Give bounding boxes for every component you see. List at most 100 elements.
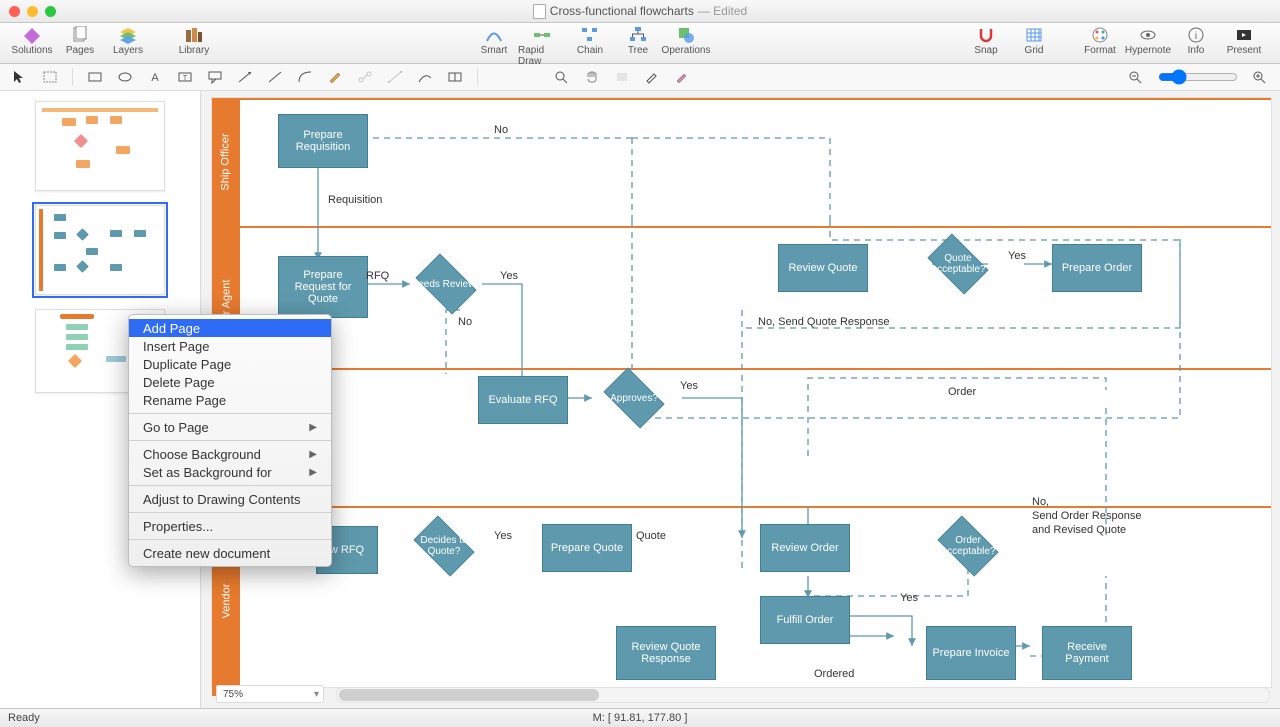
minimize-window-button[interactable]: [27, 6, 38, 17]
node-evaluate-rfq[interactable]: Evaluate RFQ: [478, 376, 568, 424]
ctx-add-page[interactable]: Add Page: [129, 319, 331, 337]
present-button[interactable]: Present: [1220, 25, 1268, 56]
zoom-slider[interactable]: [1158, 69, 1238, 85]
label-yes-5: Yes: [900, 592, 918, 604]
status-mouse: M: [ 91.81, 177.80 ]: [0, 712, 1280, 724]
rectangle-tool[interactable]: [81, 66, 109, 88]
drawing-canvas[interactable]: Ship Officer r Agent Vendor: [201, 91, 1280, 708]
label-rfq: RFQ: [366, 270, 389, 282]
svg-text:T: T: [183, 75, 188, 82]
handle-tool[interactable]: [381, 66, 409, 88]
pages-button[interactable]: Pages: [56, 25, 104, 56]
zoom-in-icon[interactable]: [1246, 66, 1274, 88]
zoom-tool[interactable]: [548, 66, 576, 88]
format-button[interactable]: Format: [1076, 25, 1124, 56]
node-approves[interactable]: Approves?: [598, 374, 670, 422]
anchor-tool[interactable]: [351, 66, 379, 88]
node-quote-acceptable[interactable]: Quote Acceptable?: [922, 240, 994, 288]
window-titlebar: Cross-functional flowcharts — Edited: [0, 0, 1280, 23]
svg-text:A: A: [151, 72, 159, 84]
zoom-window-button[interactable]: [45, 6, 56, 17]
marquee-tool[interactable]: [36, 66, 64, 88]
curve-tool[interactable]: [291, 66, 319, 88]
ctx-go-to-page[interactable]: Go to Page▶: [129, 418, 331, 436]
ctx-duplicate-page[interactable]: Duplicate Page: [129, 355, 331, 373]
library-button[interactable]: Library: [170, 25, 218, 56]
zoom-readout[interactable]: 75%▾: [216, 685, 324, 703]
node-prepare-rfq[interactable]: Prepare Request for Quote: [278, 256, 368, 318]
label-no-1: No: [494, 124, 508, 136]
node-prepare-requisition[interactable]: Prepare Requisition: [278, 114, 368, 168]
chevron-right-icon: ▶: [309, 467, 317, 478]
connector-tool[interactable]: [261, 66, 289, 88]
pointer-tool[interactable]: [6, 66, 34, 88]
shape-fill-tool[interactable]: [608, 66, 636, 88]
node-prepare-invoice[interactable]: Prepare Invoice: [926, 626, 1016, 680]
connectors: [212, 98, 1271, 687]
close-window-button[interactable]: [9, 6, 20, 17]
label-no-2: No: [458, 316, 472, 328]
snap-button[interactable]: Snap: [962, 25, 1010, 56]
layers-button[interactable]: Layers: [104, 25, 152, 56]
node-review-order[interactable]: Review Order: [760, 524, 850, 572]
chain-button[interactable]: Chain: [566, 25, 614, 67]
horizontal-scrollbar[interactable]: [336, 687, 1270, 703]
zoom-out-icon[interactable]: [1122, 66, 1150, 88]
shape-toolbar: A T: [0, 64, 1280, 91]
scrollbar-grip[interactable]: [339, 689, 599, 701]
label-quote: Quote: [636, 530, 666, 542]
node-decides-to-quote[interactable]: Decides to Quote?: [408, 522, 480, 570]
label-yes-1: Yes: [500, 270, 518, 282]
node-review-quote[interactable]: Review Quote: [778, 244, 868, 292]
callout-tool[interactable]: [201, 66, 229, 88]
ellipse-tool[interactable]: [111, 66, 139, 88]
ctx-insert-page[interactable]: Insert Page: [129, 337, 331, 355]
info-button[interactable]: iInfo: [1172, 25, 1220, 56]
paint-tool[interactable]: [668, 66, 696, 88]
text-tool[interactable]: A: [141, 66, 169, 88]
ctx-properties[interactable]: Properties...: [129, 517, 331, 535]
label-ordered: Ordered: [814, 668, 854, 680]
ctx-delete-page[interactable]: Delete Page: [129, 373, 331, 391]
table-tool[interactable]: [441, 66, 469, 88]
textbox-tool[interactable]: T: [171, 66, 199, 88]
solutions-button[interactable]: Solutions: [8, 25, 56, 56]
grid-button[interactable]: Grid: [1010, 25, 1058, 56]
node-prepare-order[interactable]: Prepare Order: [1052, 244, 1142, 292]
label-no-send-quote: No, Send Quote Response: [758, 316, 889, 328]
hand-tool[interactable]: [578, 66, 606, 88]
ctx-create-new-document[interactable]: Create new document: [129, 544, 331, 562]
node-order-acceptable[interactable]: Order Acceptable?: [932, 522, 1004, 570]
node-receive-payment[interactable]: Receive Payment: [1042, 626, 1132, 680]
drawing-page[interactable]: Ship Officer r Agent Vendor: [211, 97, 1272, 688]
page-thumbnail-1[interactable]: [35, 101, 165, 191]
label-requisition: Requisition: [328, 194, 382, 206]
chevron-right-icon: ▶: [309, 422, 317, 433]
ctx-adjust-to-contents[interactable]: Adjust to Drawing Contents: [129, 490, 331, 508]
label-yes-3: Yes: [680, 380, 698, 392]
ctx-choose-background[interactable]: Choose Background▶: [129, 445, 331, 463]
smart-connector-tool[interactable]: [411, 66, 439, 88]
page-thumbnail-2[interactable]: [35, 205, 165, 295]
pencil-tool[interactable]: [321, 66, 349, 88]
node-needs-review[interactable]: Needs Review?: [410, 260, 482, 308]
window-controls: [9, 6, 56, 17]
ctx-rename-page[interactable]: Rename Page: [129, 391, 331, 409]
status-bar: Ready M: [ 91.81, 177.80 ]: [0, 708, 1280, 727]
chevron-right-icon: ▶: [309, 449, 317, 460]
node-fulfill-order[interactable]: Fulfill Order: [760, 596, 850, 644]
rapid-draw-button[interactable]: Rapid Draw: [518, 25, 566, 67]
context-menu[interactable]: Add Page Insert Page Duplicate Page Dele…: [128, 314, 332, 567]
hypernote-button[interactable]: Hypernote: [1124, 25, 1172, 56]
ctx-set-as-background[interactable]: Set as Background for▶: [129, 463, 331, 481]
node-prepare-quote[interactable]: Prepare Quote: [542, 524, 632, 572]
label-yes-2: Yes: [1008, 250, 1026, 262]
eyedropper-tool[interactable]: [638, 66, 666, 88]
line-tool[interactable]: [231, 66, 259, 88]
tree-button[interactable]: Tree: [614, 25, 662, 67]
lane-header-ship[interactable]: Ship Officer: [212, 98, 240, 226]
document-icon: [533, 4, 546, 19]
operations-button[interactable]: Operations: [662, 25, 710, 67]
node-review-quote-response[interactable]: Review Quote Response: [616, 626, 716, 680]
smart-button[interactable]: Smart: [470, 25, 518, 67]
